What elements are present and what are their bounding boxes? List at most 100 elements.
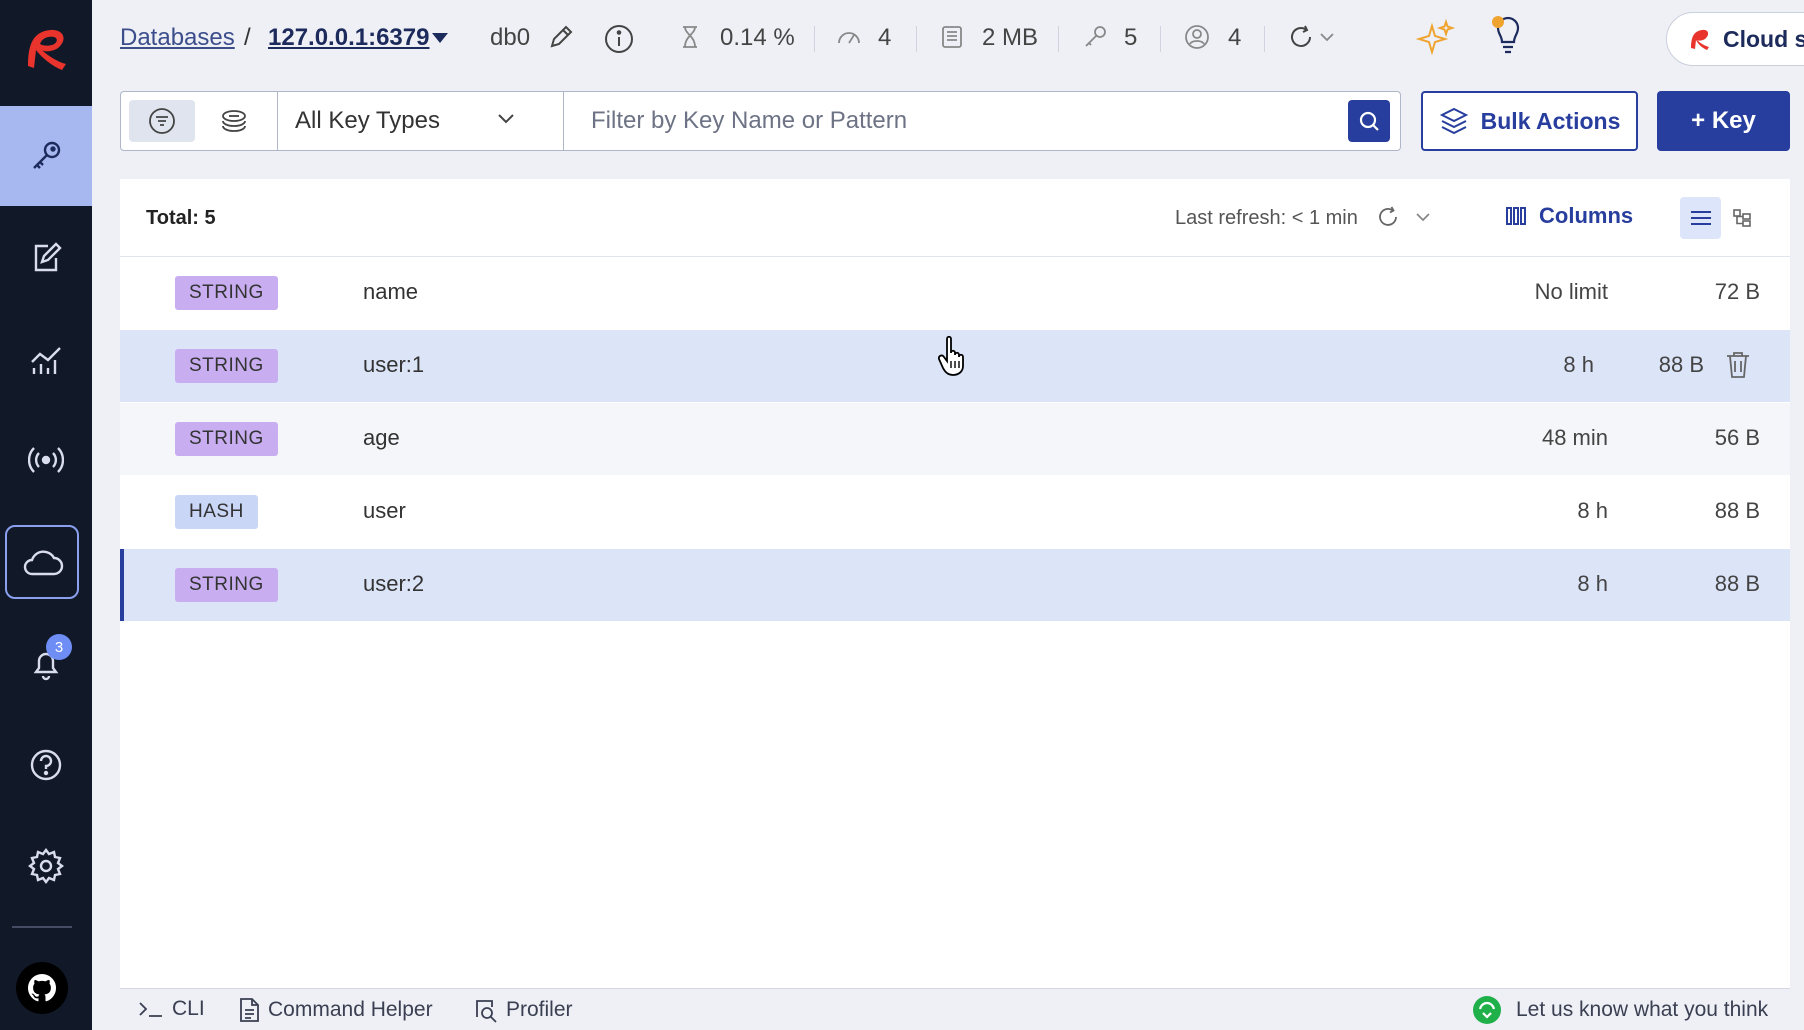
cli-button[interactable]: CLI	[138, 997, 205, 1021]
cli-label: CLI	[172, 997, 205, 1020]
key-size: 88 B	[1714, 571, 1760, 596]
sidebar-item-cloud[interactable]	[5, 525, 79, 599]
list-view-button[interactable]	[1680, 197, 1721, 239]
mouse-pointer-hand-icon	[938, 335, 972, 377]
sidebar-item-analytics[interactable]	[0, 310, 92, 410]
columns-button[interactable]: Columns	[1505, 203, 1633, 229]
github-link[interactable]	[16, 962, 68, 1014]
key-type-badge: STRING	[175, 422, 278, 456]
breadcrumb-databases-link[interactable]: Databases	[120, 24, 235, 52]
stat-divider	[1160, 26, 1161, 52]
notifications-count-badge: 3	[46, 634, 72, 660]
edit-db-pencil-icon[interactable]	[548, 24, 574, 50]
layers-icon	[1439, 106, 1469, 136]
filter-mode-button[interactable]	[129, 100, 195, 142]
key-name: user:1	[363, 352, 425, 377]
keys-icon	[1082, 24, 1108, 50]
key-ttl: No limit	[1534, 279, 1608, 304]
edit-icon	[28, 240, 64, 276]
key-size: 88 B	[1714, 498, 1760, 523]
cloud-sign-in-button[interactable]: Cloud sign in	[1666, 12, 1804, 66]
analytics-icon	[28, 342, 64, 378]
insights-lightbulb-icon[interactable]	[1488, 14, 1528, 56]
feedback-label: Let us know what you think	[1516, 998, 1769, 1021]
tree-view-button[interactable]	[1721, 197, 1762, 239]
help-icon	[28, 747, 64, 783]
command-helper-button[interactable]: Command Helper	[238, 997, 433, 1023]
feedback-link[interactable]: Let us know what you think	[1472, 995, 1768, 1025]
vector-search-mode-button[interactable]	[201, 100, 267, 142]
bottom-bar: CLI Command Helper Profiler Let us know …	[120, 988, 1790, 1030]
ai-sparkle-icon[interactable]	[1416, 18, 1456, 58]
clients-value: 4	[1228, 24, 1242, 51]
breadcrumb-separator: /	[244, 24, 251, 51]
filter-bar: All Key Types	[120, 91, 1401, 151]
ops-value: 4	[878, 24, 892, 51]
key-ttl: 8 h	[1577, 571, 1608, 596]
key-type-select[interactable]: All Key Types	[277, 92, 537, 150]
cloud-icon	[20, 546, 64, 578]
feedback-smiley-icon	[1472, 995, 1502, 1025]
bulk-actions-label: Bulk Actions	[1480, 107, 1621, 134]
breadcrumb-host[interactable]: 127.0.0.1:6379	[268, 24, 429, 52]
key-row[interactable]: STRING user:2 8 h 88 B	[120, 549, 1790, 621]
stat-divider	[814, 26, 815, 52]
terminal-prompt-icon	[138, 999, 164, 1019]
top-bar: Databases / 127.0.0.1:6379 db0 0.14 % 4 …	[92, 0, 1804, 80]
key-size: 88 B	[1658, 352, 1704, 377]
chevron-down-icon[interactable]	[1416, 212, 1430, 222]
clients-icon	[1184, 24, 1210, 50]
key-row[interactable]: STRING name No limit 72 B	[120, 257, 1790, 329]
profiler-search-icon	[472, 997, 498, 1023]
key-icon	[28, 138, 64, 174]
stat-divider	[1058, 26, 1059, 52]
tree-view-icon	[1732, 208, 1752, 228]
sidebar-item-settings[interactable]	[0, 816, 92, 916]
ops-gauge-icon	[836, 24, 862, 50]
database-index: db0	[490, 24, 531, 51]
sidebar-item-pubsub[interactable]	[0, 410, 92, 510]
sidebar-item-help[interactable]	[0, 715, 92, 815]
sidebar-item-notifications[interactable]	[0, 614, 92, 714]
refresh-icon[interactable]	[1376, 205, 1400, 229]
cpu-value: 0.14 %	[720, 24, 795, 51]
columns-icon	[1505, 206, 1527, 226]
cloud-sign-in-label: Cloud sign in	[1723, 25, 1804, 52]
sidebar-item-browser[interactable]	[0, 106, 92, 206]
settings-gear-icon	[27, 847, 65, 885]
key-ttl: 8 h	[1563, 352, 1594, 377]
view-toggle	[1680, 197, 1762, 239]
github-icon	[26, 972, 58, 1004]
command-helper-label: Command Helper	[268, 998, 433, 1021]
bulk-actions-button[interactable]: Bulk Actions	[1421, 91, 1638, 151]
list-view-icon	[1690, 209, 1712, 227]
profiler-button[interactable]: Profiler	[472, 997, 573, 1023]
key-type-badge: STRING	[175, 568, 278, 602]
chevron-down-icon	[497, 113, 515, 125]
memory-value: 2 MB	[982, 24, 1039, 51]
last-refresh-text: Last refresh: < 1 min	[1175, 207, 1358, 229]
chevron-down-icon[interactable]	[1320, 32, 1334, 42]
key-type-badge: STRING	[175, 349, 278, 383]
key-row[interactable]: STRING age 48 min 56 B	[120, 403, 1790, 475]
search-button[interactable]	[1348, 100, 1390, 142]
info-icon[interactable]	[604, 24, 634, 54]
key-size: 56 B	[1714, 425, 1760, 450]
caret-down-icon[interactable]	[430, 32, 450, 44]
key-ttl: 48 min	[1541, 425, 1608, 450]
cpu-icon	[678, 24, 702, 50]
vector-search-icon	[218, 108, 250, 134]
auto-refresh-icon[interactable]	[1288, 24, 1314, 50]
key-list-header: Total: 5 Last refresh: < 1 min Columns	[120, 179, 1790, 257]
key-row[interactable]: HASH user 8 h 88 B	[120, 476, 1790, 548]
add-key-button[interactable]: + Key	[1657, 91, 1790, 151]
filter-icon	[147, 106, 177, 136]
pubsub-icon	[28, 442, 64, 478]
redis-logo-icon[interactable]	[14, 16, 78, 80]
delete-key-trash-icon[interactable]	[1724, 350, 1752, 380]
sidebar-item-workbench[interactable]	[0, 208, 92, 308]
document-icon	[238, 997, 260, 1023]
memory-icon	[940, 24, 964, 50]
key-filter-input[interactable]	[581, 98, 1341, 144]
sidebar-divider	[12, 926, 72, 928]
